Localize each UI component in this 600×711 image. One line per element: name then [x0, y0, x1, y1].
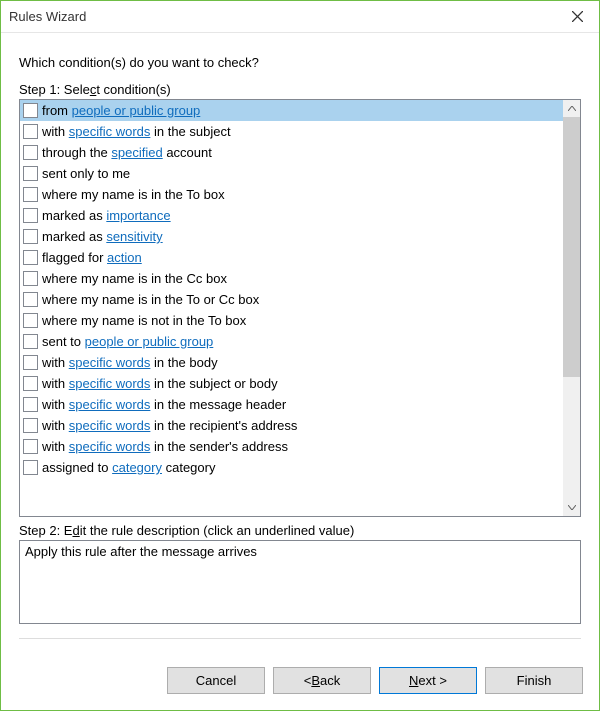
condition-text: assigned to category category	[42, 460, 215, 475]
condition-text: sent to people or public group	[42, 334, 213, 349]
scrollbar-thumb[interactable]	[563, 117, 580, 377]
condition-text: marked as importance	[42, 208, 171, 223]
condition-text: where my name is in the To box	[42, 187, 225, 202]
condition-text: through the specified account	[42, 145, 212, 160]
condition-link[interactable]: people or public group	[85, 334, 214, 349]
condition-text: where my name is in the To or Cc box	[42, 292, 259, 307]
condition-checkbox[interactable]	[23, 166, 38, 181]
conditions-list-inner: from people or public group with specific…	[20, 100, 563, 516]
condition-link[interactable]: specific words	[69, 439, 151, 454]
condition-checkbox[interactable]	[23, 250, 38, 265]
condition-link[interactable]: specified	[111, 145, 162, 160]
condition-row[interactable]: assigned to category category	[20, 457, 563, 478]
condition-row[interactable]: where my name is in the To box	[20, 184, 563, 205]
scroll-up-icon[interactable]	[563, 100, 580, 117]
wizard-question: Which condition(s) do you want to check?	[19, 55, 581, 70]
conditions-scrollbar[interactable]	[563, 100, 580, 516]
condition-row[interactable]: sent to people or public group	[20, 331, 563, 352]
condition-checkbox[interactable]	[23, 355, 38, 370]
condition-link[interactable]: category	[112, 460, 162, 475]
condition-checkbox[interactable]	[23, 460, 38, 475]
condition-row[interactable]: with specific words in the subject	[20, 121, 563, 142]
condition-row[interactable]: with specific words in the sender's addr…	[20, 436, 563, 457]
back-button[interactable]: < Back	[273, 667, 371, 694]
condition-row[interactable]: with specific words in the recipient's a…	[20, 415, 563, 436]
condition-checkbox[interactable]	[23, 208, 38, 223]
condition-link[interactable]: importance	[106, 208, 170, 223]
step2-label: Step 2: Edit the rule description (click…	[19, 523, 581, 538]
close-icon	[572, 11, 583, 22]
rule-description-box[interactable]: Apply this rule after the message arrive…	[19, 540, 581, 624]
wizard-body: Which condition(s) do you want to check?…	[1, 33, 599, 667]
condition-link[interactable]: specific words	[69, 397, 151, 412]
condition-checkbox[interactable]	[23, 292, 38, 307]
cancel-button[interactable]: Cancel	[167, 667, 265, 694]
wizard-button-row: Cancel < Back Next > Finish	[1, 667, 599, 710]
condition-row[interactable]: where my name is in the To or Cc box	[20, 289, 563, 310]
condition-row[interactable]: through the specified account	[20, 142, 563, 163]
condition-text: with specific words in the recipient's a…	[42, 418, 297, 433]
condition-checkbox[interactable]	[23, 145, 38, 160]
condition-text: with specific words in the message heade…	[42, 397, 286, 412]
condition-text: with specific words in the subject or bo…	[42, 376, 278, 391]
condition-text: with specific words in the subject	[42, 124, 231, 139]
condition-row[interactable]: flagged for action	[20, 247, 563, 268]
button-separator	[19, 638, 581, 639]
condition-row[interactable]: sent only to me	[20, 163, 563, 184]
condition-text: with specific words in the sender's addr…	[42, 439, 288, 454]
condition-checkbox[interactable]	[23, 103, 38, 118]
condition-row[interactable]: where my name is not in the To box	[20, 310, 563, 331]
condition-row[interactable]: with specific words in the message heade…	[20, 394, 563, 415]
rule-description-text: Apply this rule after the message arrive…	[25, 544, 257, 559]
condition-text: where my name is not in the To box	[42, 313, 246, 328]
condition-row[interactable]: with specific words in the body	[20, 352, 563, 373]
condition-checkbox[interactable]	[23, 334, 38, 349]
condition-link[interactable]: specific words	[69, 355, 151, 370]
condition-row[interactable]: marked as sensitivity	[20, 226, 563, 247]
scroll-down-icon[interactable]	[563, 499, 580, 516]
condition-checkbox[interactable]	[23, 124, 38, 139]
condition-text: flagged for action	[42, 250, 142, 265]
condition-link[interactable]: specific words	[69, 418, 151, 433]
condition-link[interactable]: sensitivity	[106, 229, 162, 244]
next-button[interactable]: Next >	[379, 667, 477, 694]
condition-text: where my name is in the Cc box	[42, 271, 227, 286]
titlebar: Rules Wizard	[1, 1, 599, 33]
condition-checkbox[interactable]	[23, 229, 38, 244]
condition-link[interactable]: people or public group	[72, 103, 201, 118]
condition-checkbox[interactable]	[23, 376, 38, 391]
condition-link[interactable]: action	[107, 250, 142, 265]
conditions-listbox[interactable]: from people or public group with specific…	[19, 99, 581, 517]
condition-row[interactable]: with specific words in the subject or bo…	[20, 373, 563, 394]
condition-checkbox[interactable]	[23, 397, 38, 412]
scrollbar-track[interactable]	[563, 117, 580, 499]
finish-button[interactable]: Finish	[485, 667, 583, 694]
step1-label: Step 1: Select condition(s)	[19, 82, 581, 97]
condition-text: sent only to me	[42, 166, 130, 181]
condition-checkbox[interactable]	[23, 418, 38, 433]
condition-row[interactable]: marked as importance	[20, 205, 563, 226]
condition-row[interactable]: from people or public group	[20, 100, 563, 121]
close-button[interactable]	[555, 2, 599, 32]
condition-checkbox[interactable]	[23, 271, 38, 286]
rules-wizard-window: Rules Wizard Which condition(s) do you w…	[0, 0, 600, 711]
condition-text: from people or public group	[42, 103, 200, 118]
condition-link[interactable]: specific words	[69, 376, 151, 391]
condition-row[interactable]: where my name is in the Cc box	[20, 268, 563, 289]
condition-text: with specific words in the body	[42, 355, 218, 370]
condition-link[interactable]: specific words	[69, 124, 151, 139]
condition-text: marked as sensitivity	[42, 229, 163, 244]
condition-checkbox[interactable]	[23, 313, 38, 328]
condition-checkbox[interactable]	[23, 439, 38, 454]
window-title: Rules Wizard	[9, 9, 86, 24]
condition-checkbox[interactable]	[23, 187, 38, 202]
